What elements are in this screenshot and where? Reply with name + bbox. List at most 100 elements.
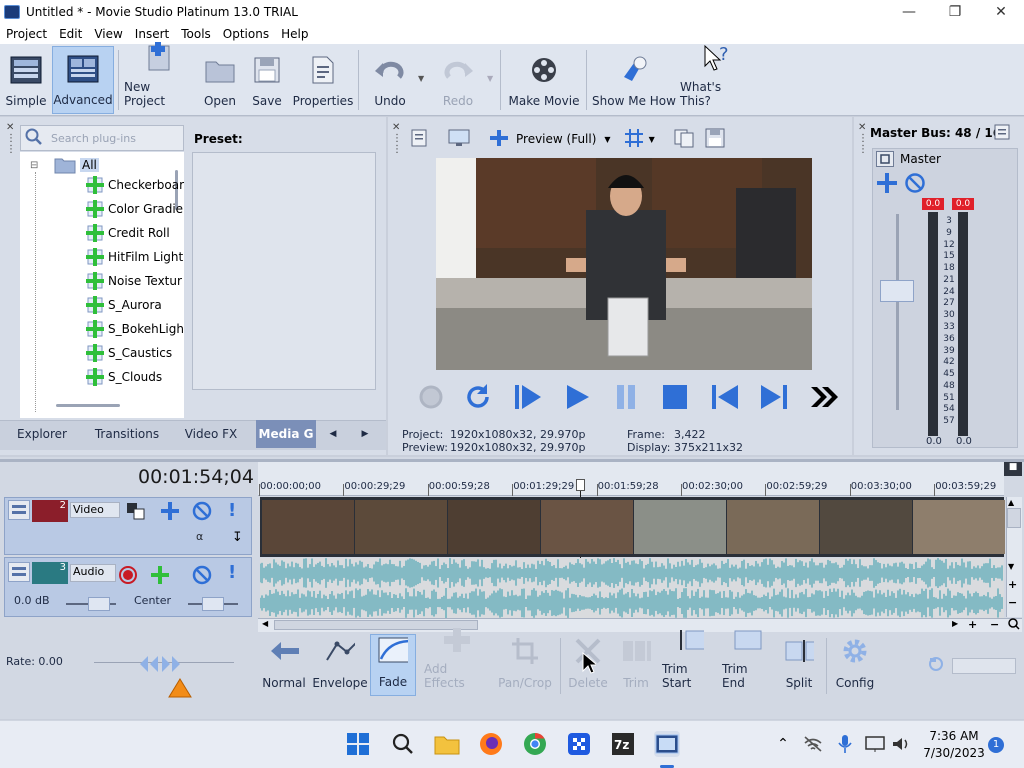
plugin-tree-item[interactable]: Noise Textur — [86, 270, 182, 292]
trim-start-button[interactable]: Trim Start — [662, 630, 716, 696]
tab-explorer[interactable]: Explorer — [10, 420, 74, 448]
zoom-in-icon[interactable]: + — [968, 618, 977, 631]
plugin-tree-item[interactable]: S_Aurora — [86, 294, 162, 316]
chevron-up-icon[interactable]: ⌃ — [770, 731, 796, 757]
tree-root[interactable]: All — [54, 156, 99, 174]
mute-icon[interactable] — [904, 172, 926, 197]
arm-record-icon[interactable] — [118, 565, 138, 588]
track-volume-slider[interactable] — [88, 597, 110, 611]
redo-dropdown-icon[interactable]: ▼ — [487, 74, 493, 83]
start-icon[interactable] — [345, 731, 371, 757]
new-project-button[interactable]: New Project — [124, 42, 194, 114]
menu-view[interactable]: View — [88, 27, 128, 41]
preview-panel-handle[interactable]: ✕ ⋮ ⋮ — [392, 122, 402, 155]
collapse-icon[interactable]: ⊟ — [30, 160, 38, 171]
go-to-start-icon[interactable] — [710, 382, 740, 415]
compositing-mode-icon[interactable] — [126, 502, 146, 523]
plugin-tree-item[interactable]: S_Caustics — [86, 342, 172, 364]
split-screen-icon[interactable] — [488, 128, 510, 151]
add-effects-button[interactable]: Add Effects — [424, 628, 490, 696]
external-monitor-icon[interactable] — [448, 128, 470, 151]
loop-playback-icon[interactable] — [463, 382, 493, 415]
vscroll-thumb[interactable] — [1007, 508, 1021, 528]
chevron-down-icon[interactable]: ▼ — [604, 135, 610, 144]
split-button[interactable]: Split — [778, 634, 820, 696]
minimize-button[interactable]: — — [886, 0, 932, 24]
preview-quality-dropdown[interactable]: Preview (Full) — [516, 132, 596, 146]
search-icon[interactable] — [390, 731, 416, 757]
solo-icon[interactable]: ! — [228, 562, 236, 583]
scroll-left-icon[interactable]: ◀ — [262, 619, 268, 628]
track-expand-icon[interactable] — [8, 500, 30, 520]
mixer-properties-icon[interactable] — [994, 124, 1010, 143]
microphone-icon[interactable] — [832, 731, 858, 757]
file-explorer-icon[interactable] — [434, 731, 460, 757]
scroll-down-icon[interactable]: ▼ — [1008, 562, 1014, 571]
notification-badge[interactable]: 1 — [988, 737, 1004, 753]
whats-this-button[interactable]: ? What's This? — [680, 44, 752, 114]
trim-button[interactable]: Trim — [614, 634, 658, 696]
volume-icon[interactable] — [888, 731, 914, 757]
chevron-down-icon[interactable]: ▼ — [649, 135, 655, 144]
mute-icon[interactable] — [192, 565, 212, 588]
go-to-end-icon[interactable] — [759, 382, 789, 415]
playhead-handle[interactable] — [576, 479, 585, 491]
normal-tool-button[interactable]: Normal — [260, 634, 308, 696]
menu-help[interactable]: Help — [275, 27, 314, 41]
menu-project[interactable]: Project — [0, 27, 53, 41]
config-button[interactable]: Config — [832, 634, 878, 696]
video-track-name[interactable]: Video — [70, 502, 120, 518]
open-button[interactable]: Open — [198, 46, 242, 114]
track-fx-icon[interactable] — [160, 501, 180, 524]
rate-slider-thumb[interactable] — [140, 655, 186, 676]
fade-tool-button[interactable]: Fade — [370, 634, 416, 696]
trim-end-button[interactable]: Trim End — [722, 630, 774, 696]
peak-right[interactable]: 0.0 — [952, 198, 974, 210]
make-movie-button[interactable]: Make Movie — [508, 46, 580, 114]
plugin-tree-item[interactable]: Checkerboar — [86, 174, 184, 196]
clock-time[interactable]: 7:36 AM — [922, 729, 986, 743]
7zip-icon[interactable]: 7z — [610, 731, 636, 757]
stop-icon[interactable] — [660, 382, 690, 415]
audio-track-name[interactable]: Audio — [70, 564, 116, 582]
tab-transitions[interactable]: Transitions — [90, 420, 164, 448]
plugin-tree-item[interactable]: HitFilm Light I — [86, 246, 184, 268]
chrome-icon[interactable] — [522, 731, 548, 757]
play-from-start-icon[interactable] — [513, 382, 543, 415]
audio-track-lane[interactable] — [260, 558, 1004, 618]
alpha-icon[interactable]: α — [196, 530, 203, 543]
search-box[interactable]: Search plug-ins — [20, 125, 184, 151]
pause-icon[interactable] — [611, 382, 641, 415]
record-icon[interactable] — [418, 384, 444, 413]
zoom-out-icon[interactable]: − — [1008, 596, 1017, 609]
zoom-in-icon[interactable]: + — [1008, 578, 1017, 591]
track-expand-icon[interactable] — [8, 562, 30, 582]
save-button[interactable]: Save — [246, 46, 288, 114]
movie-studio-taskbar-icon[interactable] — [654, 731, 680, 757]
plugin-tree-item[interactable]: Credit Roll — [86, 222, 170, 244]
envelope-tool-button[interactable]: Envelope — [312, 634, 368, 696]
redo-button[interactable]: Redo — [436, 46, 480, 114]
more-controls-icon[interactable] — [808, 382, 838, 415]
track-fx-icon[interactable] — [150, 565, 170, 588]
overlays-grid-icon[interactable] — [623, 128, 645, 151]
solo-icon[interactable]: ! — [228, 500, 236, 521]
marker-icon[interactable]: ■ — [1004, 462, 1022, 476]
properties-button[interactable]: Properties — [292, 46, 354, 114]
scroll-right-icon[interactable]: ▶ — [952, 619, 958, 628]
tab-scroll-right-icon[interactable]: ▶ — [354, 420, 376, 448]
magnifier-icon[interactable] — [1008, 618, 1020, 633]
master-fx-icon[interactable] — [876, 172, 898, 197]
pan-crop-button[interactable]: Pan/Crop — [496, 634, 554, 696]
make-child-track-icon[interactable]: ↧ — [232, 530, 243, 545]
menu-edit[interactable]: Edit — [53, 27, 88, 41]
master-bypass-icon[interactable] — [876, 151, 894, 167]
peak-left[interactable]: 0.0 — [922, 198, 944, 210]
save-snapshot-icon[interactable] — [705, 128, 725, 151]
track-pan-slider[interactable] — [202, 597, 224, 611]
network-offline-icon[interactable] — [800, 731, 826, 757]
mute-icon[interactable] — [192, 501, 212, 524]
show-me-how-button[interactable]: Show Me How — [592, 46, 676, 114]
menu-tools[interactable]: Tools — [175, 27, 217, 41]
tree-hscrollbar[interactable] — [56, 404, 120, 407]
